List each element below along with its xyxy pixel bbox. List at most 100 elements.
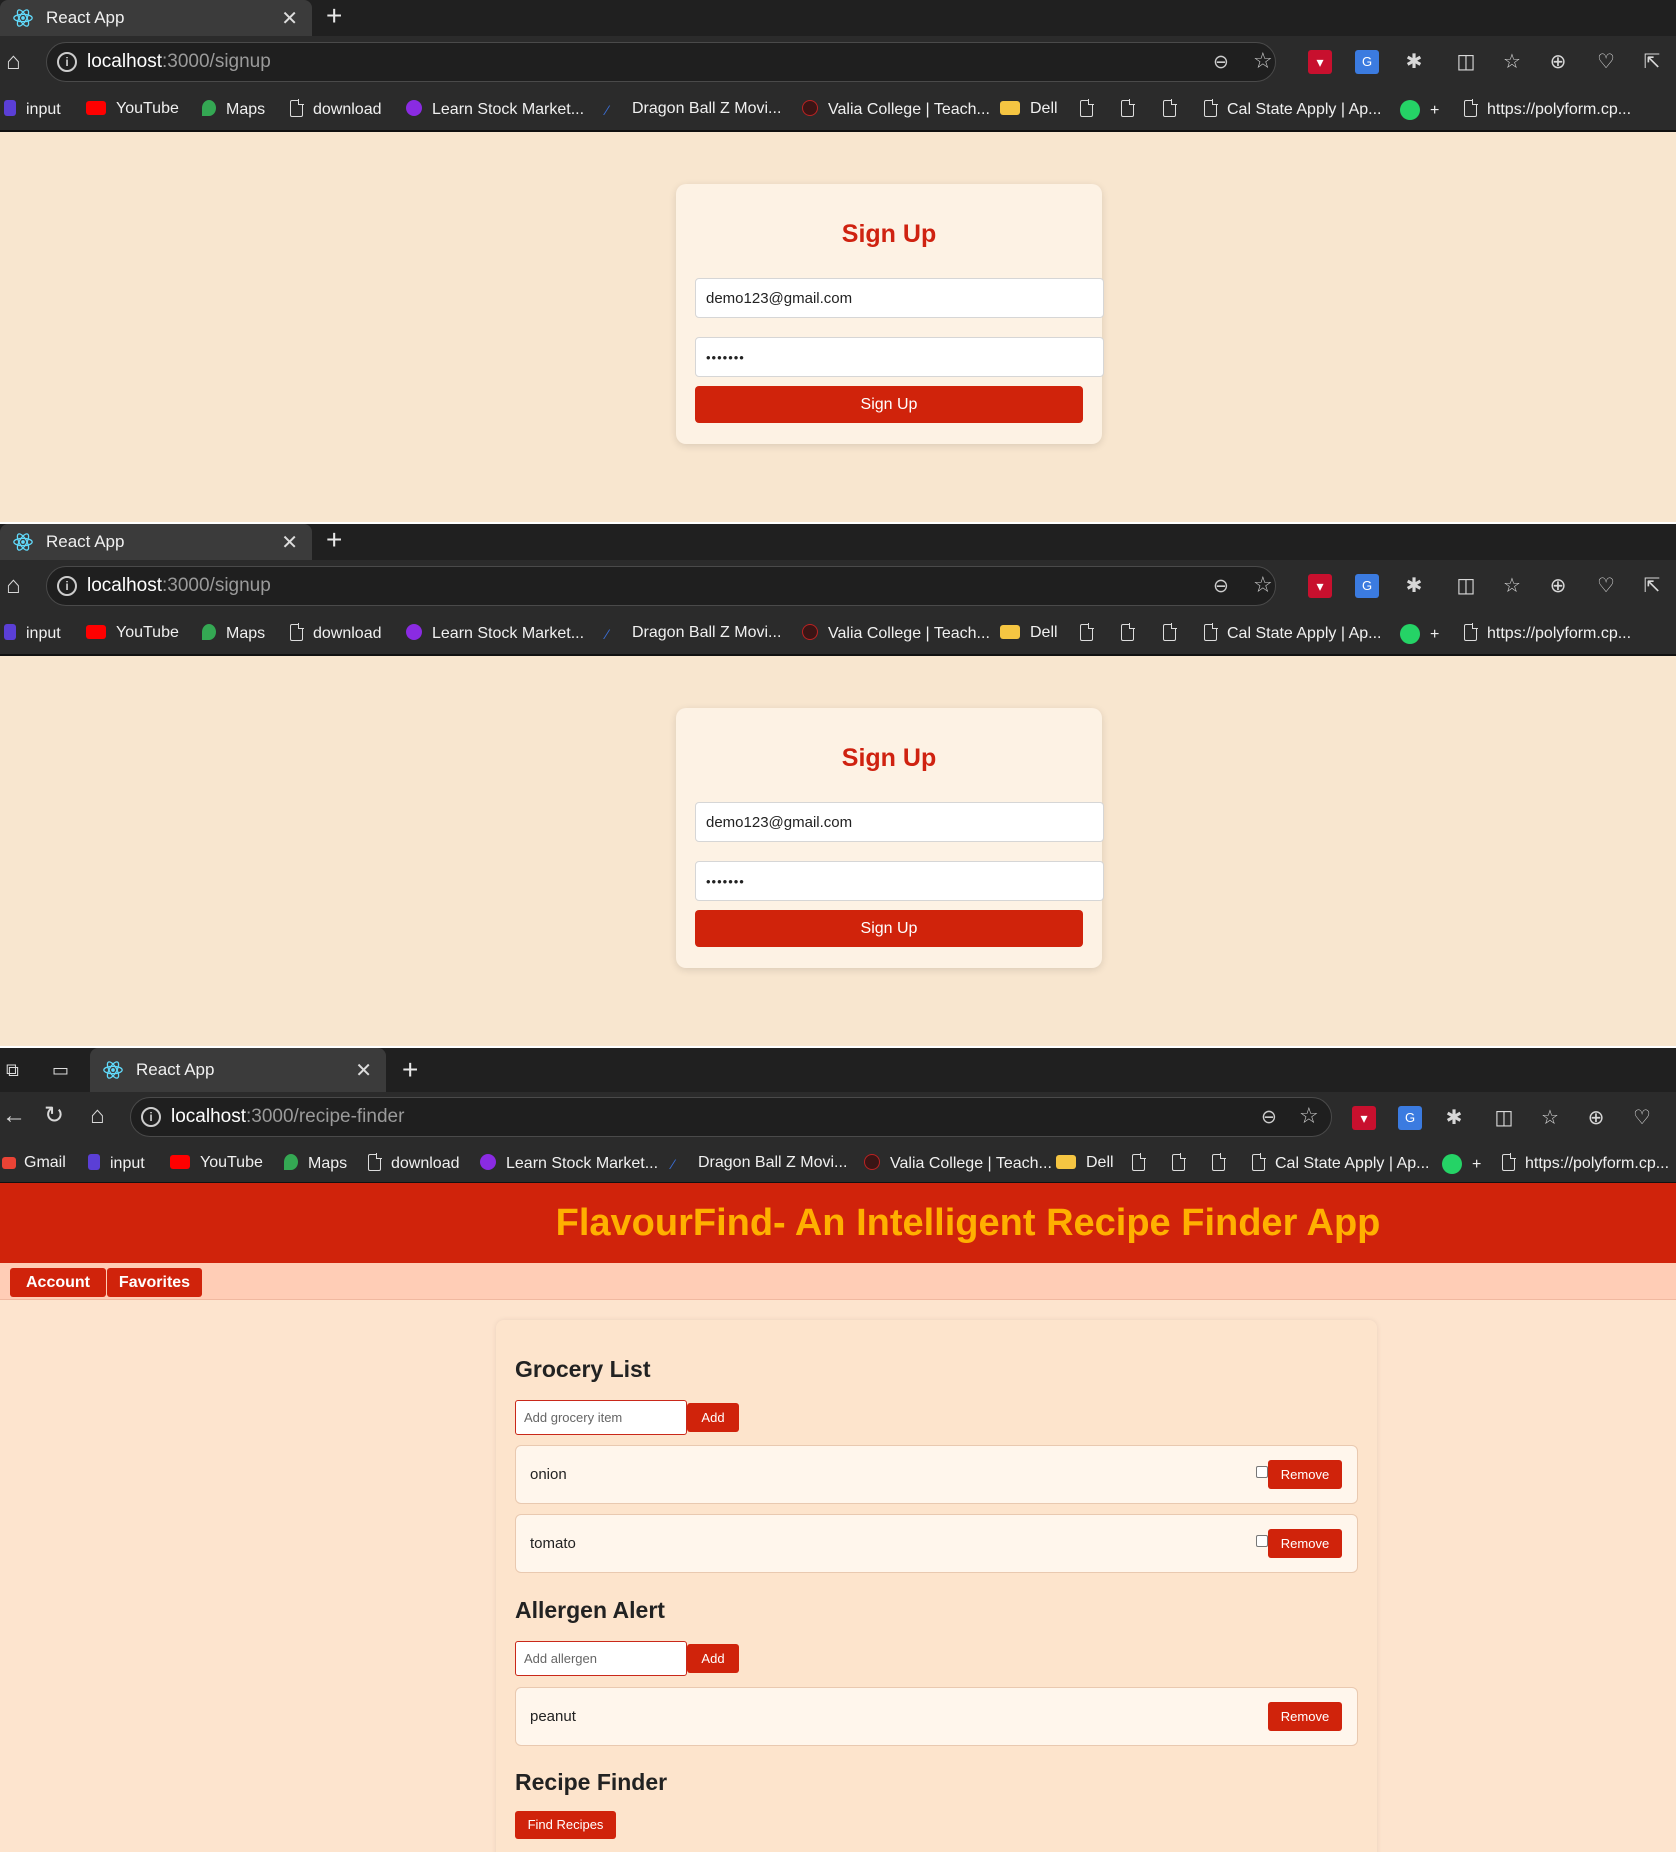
- favorites-icon[interactable]: ☆: [1500, 574, 1524, 598]
- mcafee-extension-icon[interactable]: ▾: [1308, 50, 1332, 74]
- bookmark-input[interactable]: input: [4, 624, 61, 643]
- remove-button[interactable]: Remove: [1268, 1529, 1342, 1558]
- bookmark-learn-stock[interactable]: Learn Stock Market...: [406, 100, 584, 119]
- bookmark-input[interactable]: input: [4, 100, 61, 119]
- bookmark-input[interactable]: input: [88, 1154, 145, 1173]
- mcafee-extension-icon[interactable]: ▾: [1308, 574, 1332, 598]
- home-icon[interactable]: ⌂: [90, 1102, 105, 1130]
- bookmark-whatsapp[interactable]: +: [1442, 1154, 1481, 1174]
- close-tab-icon[interactable]: ✕: [355, 1058, 372, 1083]
- bookmark-polyform[interactable]: https://polyform.cp...: [1502, 1153, 1669, 1173]
- bookmark-dragon-ball[interactable]: ⁄ Dragon Ball Z Movi...: [606, 624, 781, 642]
- bookmark-page-2[interactable]: [1121, 99, 1139, 119]
- bookmark-valia[interactable]: Valia College | Teach...: [864, 1154, 1052, 1173]
- collections-icon[interactable]: ⊕: [1546, 574, 1570, 598]
- browser-essentials-icon[interactable]: ♡: [1594, 50, 1618, 74]
- translate-extension-icon[interactable]: G: [1355, 50, 1379, 74]
- bookmark-page-3[interactable]: [1163, 99, 1181, 119]
- site-info-icon[interactable]: i: [57, 576, 77, 596]
- back-icon[interactable]: ←: [2, 1102, 26, 1130]
- site-info-icon[interactable]: i: [57, 52, 77, 72]
- new-tab-icon[interactable]: +: [402, 1056, 418, 1084]
- allergen-input[interactable]: [515, 1641, 687, 1676]
- collections-icon[interactable]: ⊕: [1546, 50, 1570, 74]
- bookmark-valia[interactable]: Valia College | Teach...: [802, 624, 990, 643]
- tab-actions-icon[interactable]: ▭: [52, 1060, 74, 1080]
- find-recipes-button[interactable]: Find Recipes: [515, 1811, 616, 1839]
- address-bar[interactable]: i localhost:3000/recipe-finder ⊖ ☆: [130, 1097, 1332, 1137]
- favorite-star-icon[interactable]: ☆: [1253, 48, 1273, 74]
- new-tab-icon[interactable]: +: [326, 526, 342, 554]
- tab-react-app[interactable]: React App ✕: [0, 0, 312, 36]
- share-icon[interactable]: ⇱: [1640, 50, 1664, 74]
- translate-extension-icon[interactable]: G: [1398, 1106, 1422, 1130]
- extensions-icon[interactable]: ✱: [1402, 50, 1426, 74]
- zoom-icon[interactable]: ⊖: [1213, 51, 1229, 74]
- grocery-input[interactable]: [515, 1400, 687, 1435]
- collections-icon[interactable]: ⊕: [1584, 1106, 1608, 1130]
- bookmark-polyform[interactable]: https://polyform.cp...: [1464, 99, 1631, 119]
- favorites-button[interactable]: Favorites: [107, 1268, 202, 1297]
- favorite-star-icon[interactable]: ☆: [1253, 572, 1273, 598]
- tab-react-app[interactable]: React App ✕: [90, 1048, 386, 1092]
- home-icon[interactable]: ⌂: [6, 572, 21, 600]
- browser-essentials-icon[interactable]: ♡: [1630, 1106, 1654, 1130]
- bookmark-download[interactable]: download: [368, 1153, 460, 1173]
- site-info-icon[interactable]: i: [141, 1107, 161, 1127]
- favorites-icon[interactable]: ☆: [1538, 1106, 1562, 1130]
- favorite-star-icon[interactable]: ☆: [1299, 1103, 1319, 1129]
- grocery-item-checkbox[interactable]: [1256, 1535, 1268, 1547]
- bookmark-maps[interactable]: Maps: [284, 1154, 347, 1173]
- bookmark-cal-state[interactable]: Cal State Apply | Ap...: [1252, 1153, 1429, 1173]
- signup-button[interactable]: Sign Up: [695, 386, 1083, 423]
- password-field[interactable]: •••••••: [695, 861, 1104, 901]
- bookmark-page-1[interactable]: [1132, 1153, 1150, 1173]
- bookmark-page-3[interactable]: [1212, 1153, 1230, 1173]
- bookmark-whatsapp[interactable]: +: [1400, 100, 1439, 120]
- bookmark-youtube[interactable]: YouTube: [170, 1154, 263, 1172]
- bookmark-dragon-ball[interactable]: ⁄ Dragon Ball Z Movi...: [606, 100, 781, 118]
- bookmark-dell[interactable]: Dell: [1000, 624, 1058, 642]
- remove-button[interactable]: Remove: [1268, 1460, 1342, 1489]
- address-bar[interactable]: i localhost:3000/signup ⊖ ☆: [46, 42, 1276, 82]
- email-field[interactable]: demo123@gmail.com: [695, 278, 1104, 318]
- split-screen-icon[interactable]: ◫: [1492, 1106, 1516, 1130]
- close-tab-icon[interactable]: ✕: [281, 530, 298, 555]
- bookmark-dell[interactable]: Dell: [1000, 100, 1058, 118]
- bookmark-youtube[interactable]: YouTube: [86, 624, 179, 642]
- remove-button[interactable]: Remove: [1268, 1702, 1342, 1731]
- bookmark-learn-stock[interactable]: Learn Stock Market...: [480, 1154, 658, 1173]
- signup-button[interactable]: Sign Up: [695, 910, 1083, 947]
- zoom-icon[interactable]: ⊖: [1261, 1106, 1277, 1129]
- bookmark-learn-stock[interactable]: Learn Stock Market...: [406, 624, 584, 643]
- bookmark-download[interactable]: download: [290, 99, 382, 119]
- add-allergen-button[interactable]: Add: [687, 1644, 739, 1673]
- extensions-icon[interactable]: ✱: [1402, 574, 1426, 598]
- tab-react-app[interactable]: React App ✕: [0, 524, 312, 560]
- zoom-icon[interactable]: ⊖: [1213, 575, 1229, 598]
- grocery-item-checkbox[interactable]: [1256, 1466, 1268, 1478]
- bookmark-youtube[interactable]: YouTube: [86, 100, 179, 118]
- bookmark-dragon-ball[interactable]: ⁄ Dragon Ball Z Movi...: [672, 1154, 847, 1172]
- bookmark-cal-state[interactable]: Cal State Apply | Ap...: [1204, 99, 1381, 119]
- bookmark-page-1[interactable]: [1080, 99, 1098, 119]
- bookmark-cal-state[interactable]: Cal State Apply | Ap...: [1204, 623, 1381, 643]
- account-button[interactable]: Account: [10, 1268, 106, 1297]
- bookmark-valia[interactable]: Valia College | Teach...: [802, 100, 990, 119]
- favorites-icon[interactable]: ☆: [1500, 50, 1524, 74]
- email-field[interactable]: demo123@gmail.com: [695, 802, 1104, 842]
- mcafee-extension-icon[interactable]: ▾: [1352, 1106, 1376, 1130]
- bookmark-dell[interactable]: Dell: [1056, 1154, 1114, 1172]
- translate-extension-icon[interactable]: G: [1355, 574, 1379, 598]
- close-tab-icon[interactable]: ✕: [281, 6, 298, 31]
- add-grocery-button[interactable]: Add: [687, 1403, 739, 1432]
- bookmark-page-2[interactable]: [1121, 623, 1139, 643]
- bookmark-page-2[interactable]: [1172, 1153, 1190, 1173]
- share-icon[interactable]: ⇱: [1640, 574, 1664, 598]
- workspaces-icon[interactable]: ⧉: [6, 1060, 28, 1080]
- password-field[interactable]: •••••••: [695, 337, 1104, 377]
- new-tab-icon[interactable]: +: [326, 2, 342, 30]
- bookmark-page-1[interactable]: [1080, 623, 1098, 643]
- extensions-icon[interactable]: ✱: [1442, 1106, 1466, 1130]
- browser-essentials-icon[interactable]: ♡: [1594, 574, 1618, 598]
